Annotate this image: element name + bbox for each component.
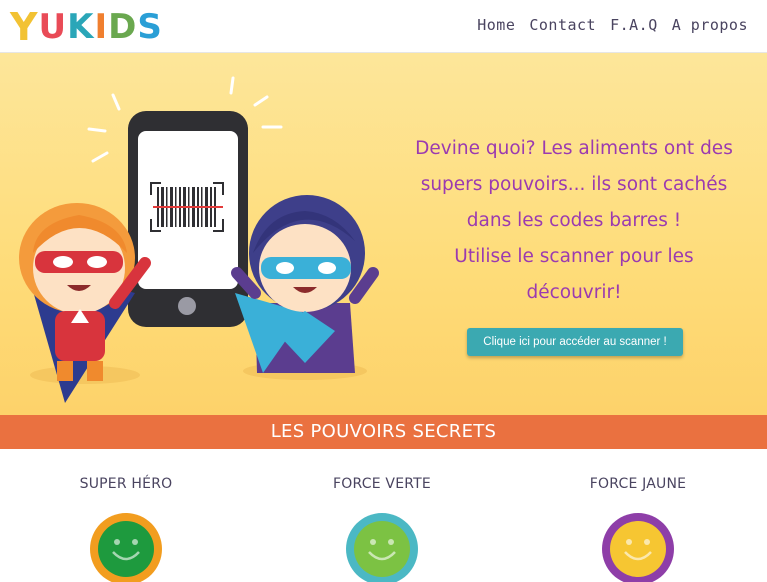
section-title: LES POUVOIRS SECRETS bbox=[0, 415, 767, 449]
hero-message: Devine quoi? Les aliments ont des supers… bbox=[405, 131, 743, 311]
power-title: SUPER HÉRO bbox=[79, 476, 173, 492]
powers-section: SUPER HÉRO FORCE VERTE FORCE JAUNE bbox=[0, 449, 767, 582]
happy-face-badge-icon bbox=[346, 513, 418, 582]
power-card-force-verte[interactable]: FORCE VERTE bbox=[282, 449, 482, 582]
hero-line: Utilise le scanner pour les découvrir! bbox=[454, 246, 694, 303]
top-navbar: Y U K I D S Home Contact F.A.Q A propos bbox=[0, 0, 767, 53]
logo-letter: S bbox=[137, 7, 163, 47]
hero-line: supers pouvoirs... ils sont cachés bbox=[420, 174, 728, 195]
hero-banner: Devine quoi? Les aliments ont des supers… bbox=[0, 53, 767, 415]
logo-letter: U bbox=[38, 7, 68, 47]
logo-letter: I bbox=[94, 7, 109, 47]
logo-letter: K bbox=[67, 7, 95, 47]
logo-letter: D bbox=[108, 7, 138, 47]
open-scanner-button[interactable]: Clique ici pour accéder au scanner ! bbox=[467, 328, 683, 356]
power-card-force-jaune[interactable]: FORCE JAUNE bbox=[538, 449, 738, 582]
yukids-logo[interactable]: Y U K I D S bbox=[10, 8, 163, 46]
nav-faq[interactable]: F.A.Q bbox=[610, 16, 658, 34]
superhero-kids-scanner-illustration bbox=[19, 76, 379, 403]
nav-a-propos[interactable]: A propos bbox=[672, 16, 748, 34]
power-card-super-hero[interactable]: SUPER HÉRO bbox=[26, 449, 226, 582]
nav-home[interactable]: Home bbox=[477, 16, 515, 34]
power-title: FORCE JAUNE bbox=[589, 476, 687, 492]
main-menu: Home Contact F.A.Q A propos bbox=[477, 16, 748, 34]
nav-contact[interactable]: Contact bbox=[529, 16, 596, 34]
hero-line: dans les codes barres ! bbox=[466, 210, 682, 231]
happy-face-badge-icon bbox=[602, 513, 674, 582]
power-title: FORCE VERTE bbox=[333, 476, 431, 492]
happy-face-badge-icon bbox=[90, 513, 162, 582]
logo-letter: Y bbox=[10, 5, 39, 49]
hero-line: Devine quoi? Les aliments ont des bbox=[415, 138, 733, 159]
